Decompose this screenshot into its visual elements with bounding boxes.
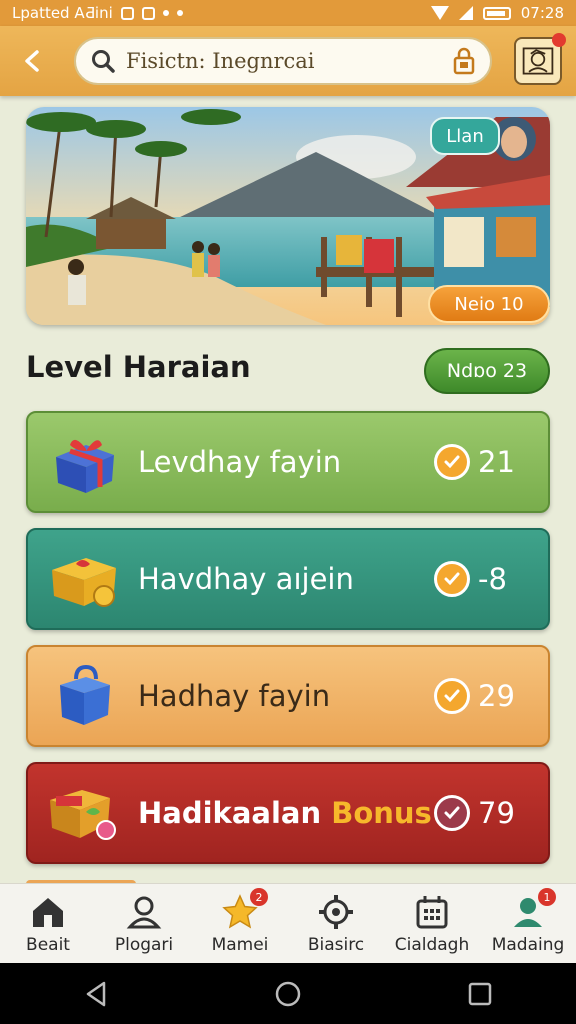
avatar-button[interactable] — [514, 33, 566, 85]
card-label-text: Hadikaalan — [138, 796, 322, 830]
card-value: 79 — [478, 796, 515, 830]
lock-icon[interactable] — [452, 47, 476, 75]
nav-item-star[interactable]: 2 Mamei — [192, 884, 288, 963]
check-icon — [434, 561, 470, 597]
status-left-text: Lpatted AƋini — [12, 4, 113, 22]
notification-dot — [552, 33, 566, 47]
nav-item-profile[interactable]: 1 Madaing — [480, 884, 576, 963]
notification-icon — [141, 6, 155, 20]
nav-item-user[interactable]: Plogari — [96, 884, 192, 963]
nav-label: Beait — [26, 934, 70, 955]
nav-label: Madaing — [491, 934, 565, 955]
gift-box-icon — [56, 439, 114, 493]
dot-icon — [176, 10, 183, 16]
home-circle-icon[interactable] — [274, 980, 302, 1008]
hero-badge[interactable]: Neio 10 — [428, 285, 550, 323]
nav-label: Mamei — [211, 934, 269, 955]
card-value: 21 — [478, 445, 515, 479]
status-bar: Lpatted AƋini 07:28 — [0, 0, 576, 26]
card-label: Hadhay fayin — [138, 679, 331, 713]
nav-label: Plogari — [114, 934, 174, 955]
reward-card[interactable]: Havdhay aıjein -8 — [26, 528, 550, 630]
chevron-left-icon — [25, 50, 39, 72]
section-title: Level Haraian — [26, 350, 251, 384]
card-label: Levdhay fayin — [138, 445, 342, 479]
search-text: Fisictn: Inegnrcai — [126, 49, 315, 73]
nav-item-home[interactable]: Beait — [0, 884, 96, 963]
bottom-nav: Beait Plogari 2 Mamei Biasirc Cialdagh 1… — [0, 883, 576, 963]
home-icon — [33, 897, 63, 927]
nav-label: Cialdagh — [394, 934, 470, 955]
card-value: 29 — [478, 679, 515, 713]
reward-card[interactable]: Hadhay fayin 29 — [26, 645, 550, 747]
calendar-icon — [416, 895, 448, 928]
treasure-box-icon — [52, 558, 116, 607]
dot-icon — [162, 10, 169, 16]
blue-box-icon — [60, 664, 110, 725]
wifi-icon — [430, 6, 449, 20]
bonus-chest-icon — [50, 790, 116, 840]
hero-pill[interactable]: Llan — [430, 117, 500, 155]
nav-item-settings[interactable]: Biasirc — [288, 884, 384, 963]
card-label: Havdhay aıjein — [138, 562, 354, 596]
nav-item-calendar[interactable]: Cialdagh — [384, 884, 480, 963]
avatar-icon — [522, 47, 554, 75]
reward-card[interactable]: Levdhay fayin 21 — [26, 411, 550, 513]
back-triangle-icon[interactable] — [82, 980, 110, 1008]
app-header: Fisictn: Inegnrcai — [0, 26, 576, 96]
check-icon — [434, 795, 470, 831]
nav-label: Biasirc — [307, 934, 365, 955]
check-icon — [434, 444, 470, 480]
battery-icon — [482, 6, 511, 20]
signal-icon — [458, 6, 473, 20]
system-nav-bar — [0, 963, 576, 1024]
bonus-label: Bonus — [331, 796, 432, 830]
card-value: -8 — [478, 562, 507, 596]
back-button[interactable] — [8, 36, 58, 86]
status-time: 07:28 — [520, 4, 564, 22]
level-pill-button[interactable]: Ndɒo 23 — [424, 348, 550, 394]
search-icon — [92, 50, 115, 73]
hero-banner[interactable]: Llan Neio 10 — [26, 107, 550, 325]
bonus-card[interactable]: Hadikaalan Bonus 79 — [26, 762, 550, 864]
user-icon — [126, 896, 162, 928]
recents-square-icon[interactable] — [466, 980, 494, 1008]
card-label: Hadikaalan Bonus — [138, 796, 434, 830]
search-input[interactable]: Fisictn: Inegnrcai — [74, 37, 492, 85]
check-icon — [434, 678, 470, 714]
notification-icon — [120, 6, 134, 20]
nav-badge: 1 — [538, 888, 556, 906]
nav-badge: 2 — [250, 888, 268, 906]
gear-icon — [319, 894, 353, 929]
